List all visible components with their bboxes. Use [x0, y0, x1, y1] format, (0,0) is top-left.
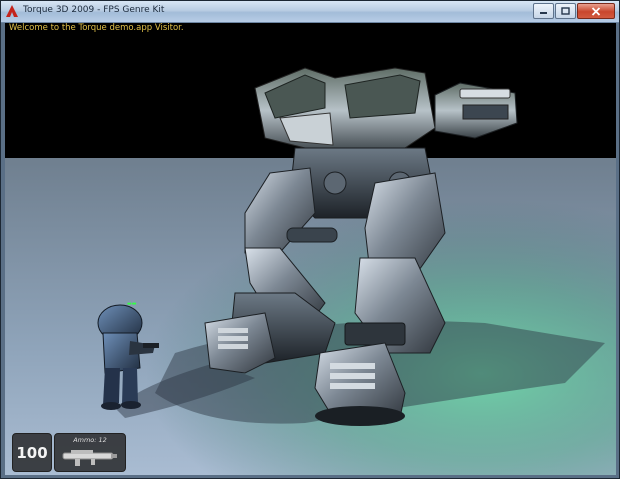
window-controls — [532, 3, 615, 19]
health-counter: 100 — [12, 433, 52, 472]
game-window: Torque 3D 2009 - FPS Genre Kit ▬▬ Welcom… — [0, 0, 620, 479]
close-icon — [591, 6, 601, 16]
welcome-message: Welcome to the Torque demo.app Visitor. — [9, 23, 184, 33]
ammo-count: Ammo: 12 — [73, 436, 107, 444]
game-viewport[interactable]: ▬▬ Welcome to the Torque demo.app Visito… — [5, 23, 616, 475]
health-value: 100 — [16, 443, 48, 462]
weapon-panel: Ammo: 12 — [54, 433, 126, 472]
close-button[interactable] — [577, 3, 615, 19]
maximize-button[interactable] — [555, 3, 576, 19]
rocket-launcher-icon — [62, 450, 117, 466]
minimize-button[interactable] — [533, 3, 554, 19]
title-bar[interactable]: Torque 3D 2009 - FPS Genre Kit — [1, 1, 619, 23]
maximize-icon — [561, 7, 570, 15]
torque-logo-icon — [6, 5, 18, 17]
window-title: Torque 3D 2009 - FPS Genre Kit — [23, 5, 165, 15]
game-scene: ▬▬ — [5, 67, 616, 475]
minimize-icon — [540, 12, 547, 14]
